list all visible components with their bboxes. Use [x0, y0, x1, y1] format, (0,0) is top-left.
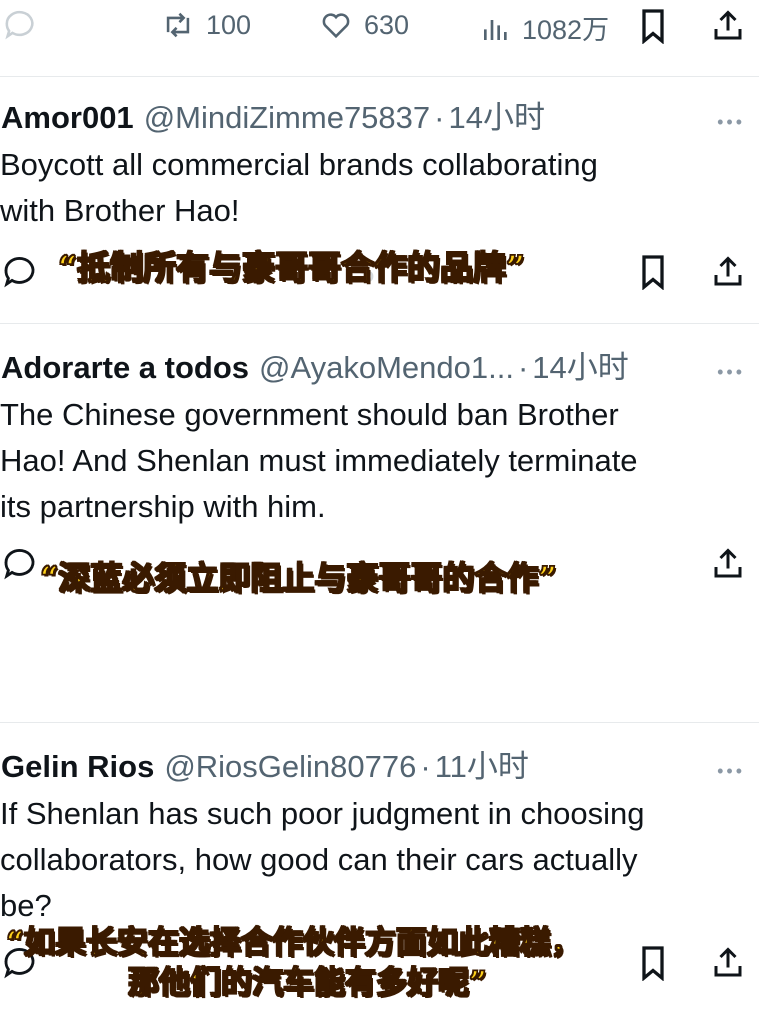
like-button[interactable]: 630 [318, 8, 409, 42]
subtitle-caption-line1: “如果长安在选择合作伙伴方面如此糟糕， [5, 924, 582, 962]
separator-dot: · [434, 100, 445, 135]
bookmark-icon[interactable] [638, 945, 668, 981]
share-icon[interactable] [710, 546, 746, 582]
separator-dot: · [517, 350, 529, 385]
reply-icon [4, 8, 38, 42]
share-button[interactable] [710, 8, 746, 44]
divider [0, 323, 759, 324]
reply-icon[interactable] [2, 254, 40, 290]
tweet-text: The Chinese government should ban Brothe… [0, 397, 638, 524]
subtitle-caption: “抵制所有与豪哥哥合作的品牌” [57, 247, 525, 288]
tweet[interactable]: Gelin Rios @RiosGelin80776 · 11小时 ••• If… [0, 747, 759, 1023]
share-icon [710, 8, 746, 44]
author-name[interactable]: Gelin Rios [1, 747, 154, 787]
retweet-button[interactable]: 100 [160, 8, 251, 42]
views-count: 1082万 [522, 15, 610, 45]
tweet-header: Gelin Rios @RiosGelin80776 · 11小时 [1, 747, 529, 787]
author-handle[interactable]: @AyakoMendo1... [259, 348, 514, 388]
retweet-count: 100 [206, 9, 252, 40]
views-icon [480, 11, 512, 45]
top-action-bar: 100 630 1082万 [0, 0, 759, 52]
author-name[interactable]: Adorarte a todos [1, 348, 249, 388]
more-icon[interactable]: ••• [717, 761, 745, 782]
like-count: 630 [364, 9, 410, 40]
tweet[interactable]: Amor001 @MindiZimme75837 · 14小时 ••• Boyc… [0, 98, 759, 320]
tweet[interactable]: Adorarte a todos @AyakoMendo1... · 14小时 … [0, 348, 759, 720]
bookmark-icon [638, 8, 668, 44]
tweet-text: Boycott all commercial brands collaborat… [0, 147, 598, 228]
retweet-icon [160, 8, 196, 42]
views-button[interactable]: 1082万 [480, 8, 609, 47]
subtitle-caption-line2: 那他们的汽车能有多好呢” [127, 964, 487, 1002]
divider [0, 76, 759, 77]
more-icon[interactable]: ••• [717, 362, 745, 383]
bookmark-button[interactable] [638, 8, 668, 44]
tweet-header: Amor001 @MindiZimme75837 · 14小时 [1, 98, 545, 138]
timestamp[interactable]: 11小时 [435, 747, 529, 787]
like-icon [318, 8, 354, 42]
timestamp[interactable]: 14小时 [448, 98, 544, 138]
reply-button[interactable] [4, 8, 38, 42]
share-icon[interactable] [710, 945, 746, 981]
author-handle[interactable]: @RiosGelin80776 [164, 747, 416, 787]
author-handle[interactable]: @MindiZimme75837 [144, 98, 430, 138]
separator-dot: · [420, 749, 431, 784]
timestamp[interactable]: 14小时 [532, 348, 628, 388]
author-name[interactable]: Amor001 [1, 98, 134, 138]
tweet-header: Adorarte a todos @AyakoMendo1... · 14小时 [1, 348, 629, 388]
divider [0, 722, 759, 723]
share-icon[interactable] [710, 254, 746, 290]
subtitle-caption: “深蓝必须立即阻止与豪哥哥的合作” [39, 558, 557, 598]
more-icon[interactable]: ••• [717, 112, 745, 133]
tweet-text: If Shenlan has such poor judgment in cho… [0, 796, 645, 923]
reply-icon[interactable] [2, 546, 40, 582]
bookmark-icon[interactable] [638, 254, 668, 290]
